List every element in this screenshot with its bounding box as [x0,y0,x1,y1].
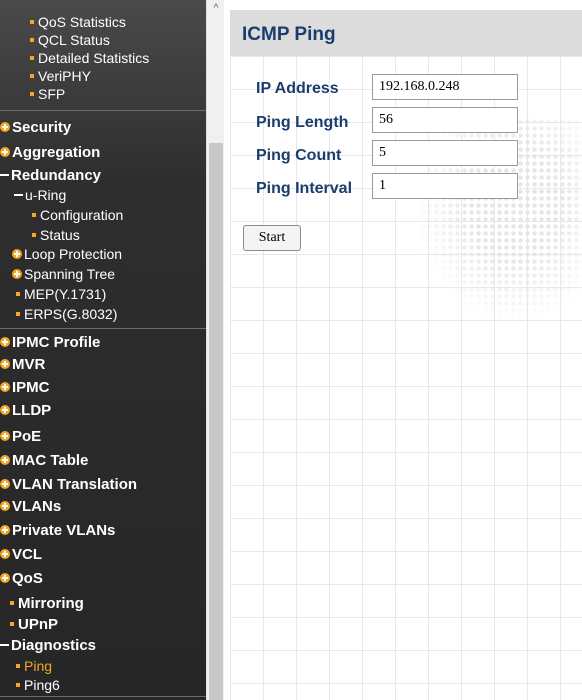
collapse-minus-icon [14,194,23,197]
expand-plus-icon [0,147,10,158]
ping-interval-label: Ping Interval [256,180,353,197]
bullet-icon [30,20,34,25]
nav-item-security[interactable]: Security [0,119,71,136]
nav-item-loop-protection[interactable]: Loop Protection [12,246,122,262]
nav-item-qos-statistics[interactable]: QoS Statistics [30,14,126,30]
bullet-icon [16,292,20,297]
start-button[interactable]: Start [243,225,301,251]
ping-length-label: Ping Length [256,114,349,131]
expand-plus-icon [0,455,10,466]
nav-item-ipmc[interactable]: IPMC [0,379,50,396]
nav-item-spanning-tree[interactable]: Spanning Tree [12,266,115,282]
expand-plus-icon [0,479,10,490]
expand-plus-icon [0,405,10,416]
scroll-up-arrow-icon[interactable]: ^ [207,0,225,18]
nav-item-vlan-translation[interactable]: VLAN Translation [0,476,137,493]
sidebar-scrollbar[interactable]: ^ [206,0,224,700]
navigation-tree: QoS Statistics QCL Status Detailed Stati… [0,0,206,700]
bullet-icon [10,601,14,606]
expand-plus-icon [0,359,10,370]
expand-plus-icon [0,431,10,442]
expand-plus-icon [0,525,10,536]
bullet-icon [32,213,36,218]
sidebar: QoS Statistics QCL Status Detailed Stati… [0,0,224,700]
nav-item-veriphy[interactable]: VeriPHY [30,68,91,84]
nav-item-ping[interactable]: Ping [16,658,52,674]
bullet-icon [32,233,36,238]
ping-count-input[interactable] [372,140,518,166]
nav-item-qcl-status[interactable]: QCL Status [30,32,110,48]
nav-item-poe[interactable]: PoE [0,428,41,445]
bullet-icon [10,622,14,627]
expand-plus-icon [0,122,10,133]
nav-item-mac-table[interactable]: MAC Table [0,452,88,469]
nav-item-aggregation[interactable]: Aggregation [0,144,100,161]
bullet-icon [16,664,20,669]
scrollbar-thumb[interactable] [209,143,223,700]
bullet-icon [16,312,20,317]
nav-item-mvr[interactable]: MVR [0,356,45,373]
nav-item-diagnostics[interactable]: Diagnostics [0,637,96,654]
nav-item-upnp[interactable]: UPnP [10,616,58,633]
expand-plus-icon [12,249,22,260]
nav-item-sfp[interactable]: SFP [30,86,65,102]
collapse-minus-icon [0,644,9,647]
nav-item-ping6[interactable]: Ping6 [16,677,60,693]
nav-item-vcl[interactable]: VCL [0,546,42,563]
nav-item-u-ring[interactable]: u-Ring [14,187,66,203]
nav-item-configuration[interactable]: Configuration [32,207,123,223]
bullet-icon [30,92,34,97]
expand-plus-icon [0,501,10,512]
ping-interval-input[interactable] [372,173,518,199]
bullet-icon [30,38,34,43]
nav-item-private-vlans[interactable]: Private VLANs [0,522,115,539]
ip-address-input[interactable] [372,74,518,100]
nav-item-detailed-statistics[interactable]: Detailed Statistics [30,50,149,66]
expand-plus-icon [0,573,10,584]
nav-item-lldp[interactable]: LLDP [0,402,51,419]
nav-item-mirroring[interactable]: Mirroring [10,595,84,612]
nav-item-redundancy[interactable]: Redundancy [0,167,101,184]
bullet-icon [30,56,34,61]
page-title: ICMP Ping [242,24,336,45]
nav-item-ipmc-profile[interactable]: IPMC Profile [0,334,100,351]
expand-plus-icon [0,549,10,560]
bullet-icon [30,74,34,79]
bullet-icon [16,683,20,688]
ip-address-label: IP Address [256,80,339,97]
main-content: ICMP Ping IP Address Ping Length Ping Co… [224,0,582,700]
nav-item-erps[interactable]: ERPS(G.8032) [16,306,117,322]
nav-item-qos[interactable]: QoS [0,570,43,587]
ping-count-label: Ping Count [256,147,342,164]
expand-plus-icon [12,269,22,280]
collapse-minus-icon [0,174,9,177]
nav-item-vlans[interactable]: VLANs [0,498,61,515]
nav-item-mep[interactable]: MEP(Y.1731) [16,286,106,302]
expand-plus-icon [0,337,10,348]
ping-length-input[interactable] [372,107,518,133]
expand-plus-icon [0,382,10,393]
page-header: ICMP Ping [230,10,582,56]
nav-item-status[interactable]: Status [32,227,80,243]
